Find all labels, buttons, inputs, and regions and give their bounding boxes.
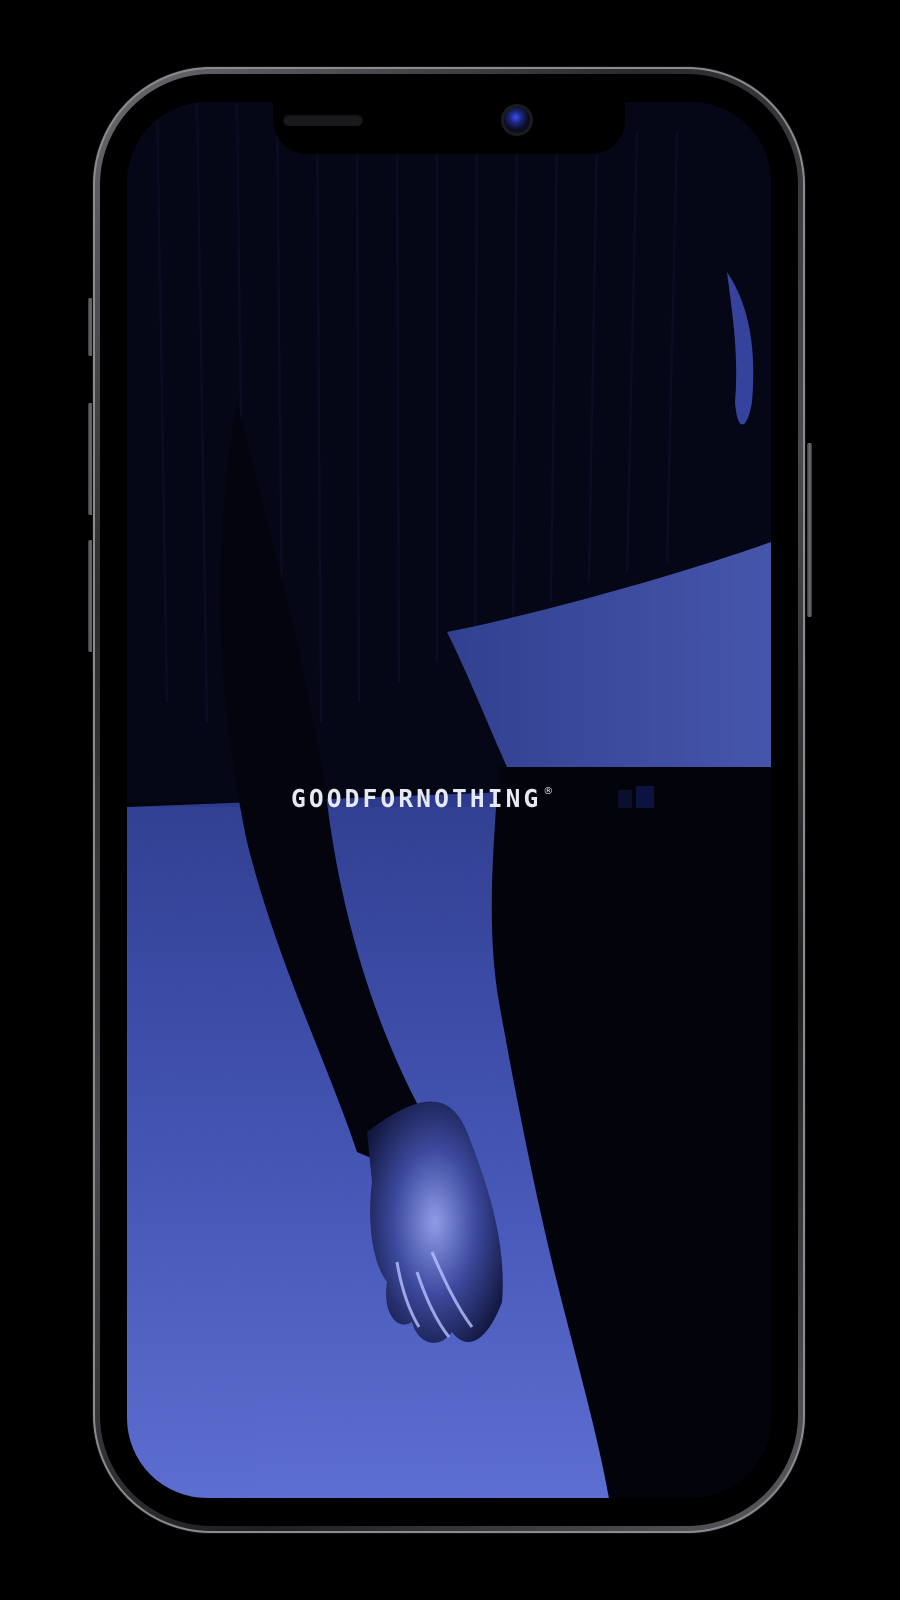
earpiece-speaker [283,114,363,126]
glitch-pixel-block [636,786,654,808]
glitch-pixel-block [618,790,632,808]
display-notch [273,102,625,154]
brand-wordmark-logo[interactable]: GOODFORNOTHING ® [291,784,553,814]
brand-wordmark: GOODFORNOTHING [291,784,542,813]
mockup-stage: GOODFORNOTHING ® [0,0,900,1600]
front-camera-icon [504,107,530,133]
power-button [807,443,812,617]
registered-mark: ® [543,786,554,797]
